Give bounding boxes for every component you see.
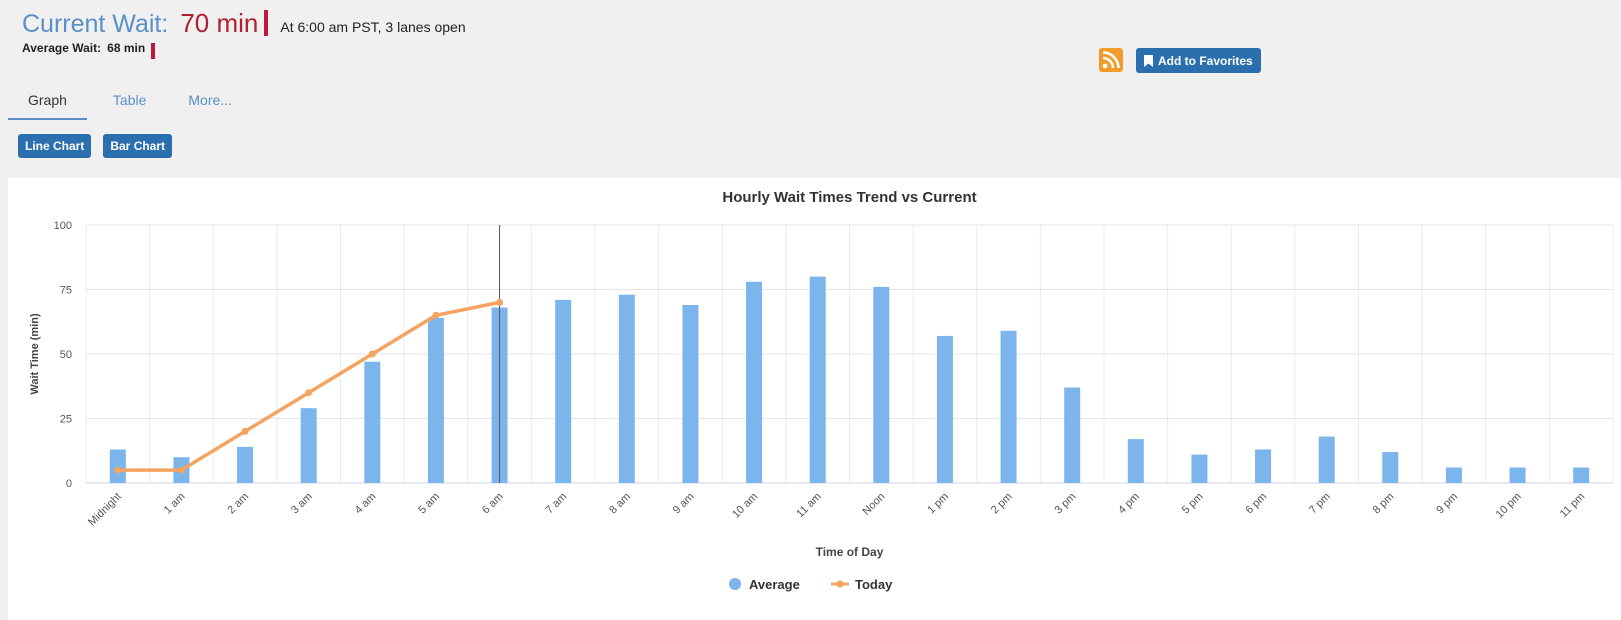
add-to-favorites-button[interactable]: Add to Favorites	[1136, 48, 1261, 73]
line-chart-button[interactable]: Line Chart	[18, 134, 92, 158]
bar-average	[936, 335, 953, 483]
bar-average	[1191, 454, 1208, 483]
x-tick-label: 9 pm	[1434, 491, 1460, 517]
wait-header: Current Wait: 70 min At 6:00 am PST, 3 l…	[22, 6, 466, 59]
x-tick-label: 11 pm	[1558, 491, 1588, 521]
bar-average	[300, 408, 317, 483]
bar-average	[682, 304, 699, 483]
legend-average-swatch	[729, 578, 741, 590]
bar-average	[427, 317, 444, 483]
x-tick-label: 8 am	[607, 491, 633, 517]
point-today	[368, 350, 376, 358]
bar-average	[809, 276, 826, 483]
x-tick-label: Noon	[860, 491, 887, 518]
average-wait-row: Average Wait: 68 min	[22, 40, 466, 59]
x-tick-label: 8 pm	[1371, 491, 1397, 517]
bar-average	[364, 361, 381, 483]
bookmark-icon	[1144, 54, 1153, 67]
current-wait-note: At 6:00 am PST, 3 lanes open	[280, 19, 466, 35]
bar-average	[1000, 330, 1017, 483]
x-tick-label: 7 am	[544, 491, 570, 517]
bar-average	[1509, 467, 1526, 483]
point-today	[241, 427, 249, 435]
x-tick-label: 9 am	[671, 491, 697, 517]
legend-average-label: Average	[749, 577, 800, 592]
chart-title: Hourly Wait Times Trend vs Current	[722, 189, 976, 206]
y-tick-label: 0	[66, 478, 72, 490]
current-wait-label: Current Wait:	[22, 10, 169, 38]
tab-table[interactable]: Table	[113, 88, 146, 120]
x-tick-label: 11 am	[794, 491, 824, 521]
bar-average	[618, 294, 635, 483]
x-tick-label: 3 am	[289, 491, 315, 517]
x-tick-label: 2 pm	[989, 491, 1015, 517]
x-tick-label: 1 pm	[925, 491, 951, 517]
tab-more[interactable]: More...	[188, 88, 232, 120]
current-wait-row: Current Wait: 70 min At 6:00 am PST, 3 l…	[22, 6, 466, 39]
x-tick-label: 10 pm	[1494, 491, 1524, 521]
current-wait-marker	[264, 10, 269, 36]
average-wait-marker	[151, 43, 156, 59]
bar-average	[1573, 467, 1590, 483]
bar-average	[237, 446, 254, 483]
wait-times-chart: Hourly Wait Times Trend vs Current 0 25 50 7…	[29, 189, 1614, 592]
x-tick-label: 4 pm	[1116, 491, 1142, 517]
point-today	[432, 311, 440, 319]
view-tabs: Graph Table More...	[8, 88, 232, 120]
add-to-favorites-label: Add to Favorites	[1158, 53, 1253, 68]
point-today	[114, 466, 122, 474]
bar-average	[1445, 467, 1462, 483]
x-tick-label: 5 pm	[1180, 491, 1206, 517]
point-today	[177, 466, 185, 474]
x-tick-label: 1 am	[162, 491, 188, 517]
rss-icon[interactable]	[1099, 48, 1123, 72]
x-tick-label: 6 pm	[1243, 491, 1269, 517]
y-tick-label: 100	[54, 220, 72, 232]
bar-average	[1127, 439, 1144, 483]
legend-today-point	[836, 580, 844, 588]
tab-graph[interactable]: Graph	[8, 88, 87, 120]
chart-panel: Hourly Wait Times Trend vs Current 0 25 50 7…	[8, 178, 1621, 620]
bar-average	[746, 281, 763, 483]
point-today	[496, 298, 504, 306]
point-today	[305, 389, 313, 397]
y-tick-label: 50	[60, 349, 72, 361]
average-wait-label: Average Wait:	[22, 41, 102, 55]
bar-average	[873, 286, 890, 483]
average-wait-value: 68 min	[107, 41, 146, 55]
bar-average	[555, 299, 572, 483]
x-tick-label: 7 pm	[1307, 491, 1333, 517]
x-tick-label: 4 am	[353, 491, 379, 517]
y-tick-label: 25	[60, 414, 72, 426]
current-wait-value: 70 min	[180, 8, 259, 38]
bar-average	[1255, 449, 1272, 483]
x-axis-label: Time of Day	[816, 545, 884, 559]
y-axis-label: Wait Time (min)	[29, 313, 41, 395]
y-tick-label: 75	[60, 285, 72, 297]
x-tick-label: 10 am	[730, 491, 760, 521]
x-tick-label: 3 pm	[1053, 491, 1079, 517]
bar-average	[1318, 436, 1335, 483]
x-tick-label: 2 am	[225, 491, 251, 517]
legend-today-label: Today	[855, 577, 893, 592]
x-tick-label: Midnight	[86, 491, 124, 529]
x-tick-label: 5 am	[416, 491, 442, 517]
bar-chart-button[interactable]: Bar Chart	[103, 134, 173, 158]
x-tick-label: 6 am	[480, 491, 506, 517]
bar-average	[109, 449, 126, 483]
chart-type-buttons: Line Chart Bar Chart	[18, 134, 173, 158]
bar-average	[1064, 387, 1081, 483]
bar-average	[1382, 452, 1399, 483]
